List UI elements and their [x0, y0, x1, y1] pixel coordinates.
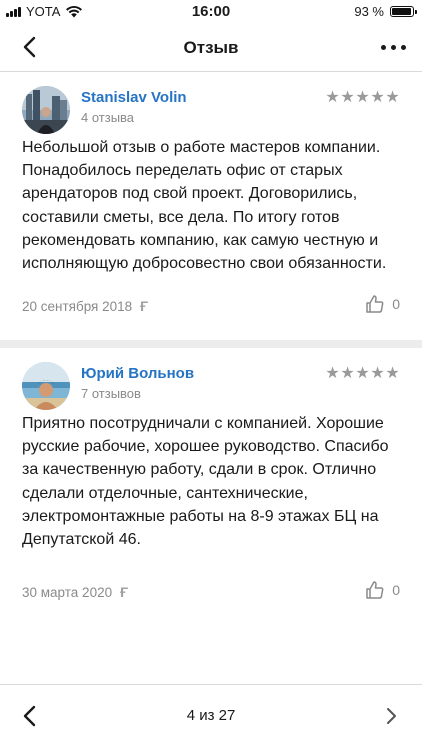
- review-card: Stanislav Volin 4 отзыва ★ ★ ★ ★ ★ Небольшой…: [0, 72, 422, 340]
- review-meta: 30 марта 2020 Ғ: [22, 584, 128, 600]
- star-icon: ★: [385, 87, 400, 106]
- star-icon: ★: [340, 87, 355, 106]
- star-icon: ★: [370, 87, 385, 106]
- more-dot-icon: [390, 44, 396, 50]
- star-icon: ★: [355, 87, 370, 106]
- pager: 4 из 27: [0, 684, 422, 750]
- avatar-photo: [22, 86, 70, 134]
- pager-label: 4 из 27: [186, 707, 236, 724]
- section-divider: [0, 340, 422, 348]
- page-title: Отзыв: [183, 38, 239, 57]
- more-dot-icon: [380, 44, 386, 50]
- review-author[interactable]: Юрий Вольнов: [81, 365, 194, 382]
- battery-icon: [390, 6, 417, 17]
- next-review-button[interactable]: [380, 705, 402, 727]
- thumbs-up-icon: [366, 295, 384, 313]
- like-count: 0: [392, 296, 400, 312]
- review-author[interactable]: Stanislav Volin: [81, 89, 187, 106]
- review-card: Юрий Вольнов 7 отзывов ★ ★ ★ ★ ★ Приятно пос…: [0, 348, 422, 620]
- author-review-count: 7 отзывов: [81, 386, 141, 401]
- battery-percent: 93 %: [354, 4, 384, 19]
- star-icon: ★: [340, 363, 355, 382]
- review-text: Приятно посотрудничали с компанией. Хоро…: [22, 415, 389, 549]
- avatar-photo: [22, 362, 70, 410]
- review-date: 20 сентября 2018: [22, 298, 133, 314]
- star-icon: ★: [325, 87, 340, 106]
- battery-fill: [392, 8, 411, 15]
- star-icon: ★: [355, 363, 370, 382]
- like-button[interactable]: 0: [365, 580, 400, 600]
- thumbs-up-icon: [366, 581, 384, 599]
- more-options-button[interactable]: [376, 34, 410, 60]
- avatar[interactable]: [22, 86, 70, 134]
- star-icon: ★: [385, 363, 400, 382]
- review-text: Небольшой отзыв о работе мастеров компан…: [22, 139, 387, 273]
- like-count: 0: [392, 582, 400, 598]
- status-bar: YOTA 16:00 93 %: [0, 0, 422, 24]
- avatar[interactable]: [22, 362, 70, 410]
- like-button[interactable]: 0: [365, 294, 400, 314]
- star-icon: ★: [325, 363, 340, 382]
- status-right: 93 %: [354, 4, 417, 19]
- source-f-icon: Ғ: [140, 298, 148, 314]
- author-review-count: 4 отзыва: [81, 110, 135, 125]
- rating-stars: ★ ★ ★ ★ ★: [325, 365, 400, 381]
- nav-bar: Отзыв: [0, 24, 422, 72]
- review-meta: 20 сентября 2018 Ғ: [22, 298, 148, 314]
- chevron-right-icon: [387, 708, 396, 724]
- more-dot-icon: [400, 44, 406, 50]
- star-icon: ★: [370, 363, 385, 382]
- rating-stars: ★ ★ ★ ★ ★: [325, 89, 400, 105]
- source-f-icon: Ғ: [120, 584, 128, 600]
- review-date: 30 марта 2020: [22, 584, 113, 600]
